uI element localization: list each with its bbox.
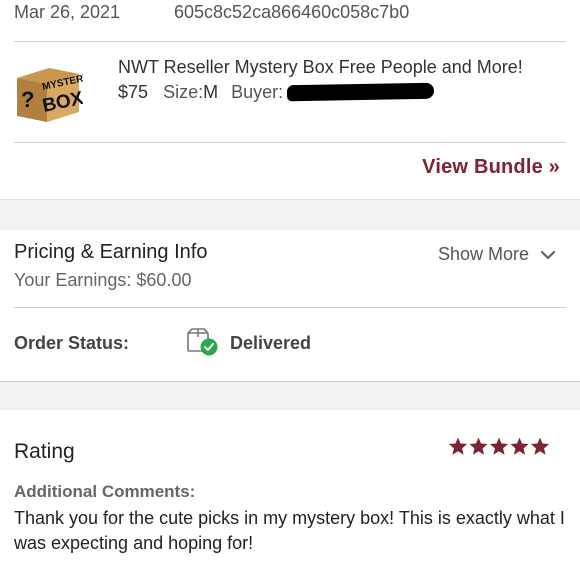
- box-question-mark: ?: [21, 87, 34, 112]
- item-meta: $75 Size:M Buyer:: [118, 82, 283, 103]
- order-id: 605c8c52ca866460c058c7b0: [174, 2, 410, 22]
- size-value: M: [203, 82, 219, 102]
- show-more-button[interactable]: Show More: [438, 244, 556, 265]
- star-icon: [469, 437, 488, 455]
- buyer-name-redaction: [286, 82, 435, 102]
- item-title[interactable]: NWT Reseller Mystery Box Free People and…: [118, 57, 523, 78]
- buyer-label: Buyer:: [231, 82, 284, 102]
- section-separator: [0, 199, 580, 230]
- item-thumbnail[interactable]: ? MYSTERY BOX: [13, 60, 91, 126]
- order-status-label: Order Status:: [14, 333, 130, 353]
- view-bundle-link[interactable]: View Bundle »: [422, 156, 560, 179]
- chevron-down-icon: [540, 251, 556, 260]
- mystery-box-image: ? MYSTERY BOX: [17, 68, 91, 122]
- rating-stars: [448, 436, 552, 458]
- star-icon: [448, 437, 468, 455]
- divider: [14, 307, 566, 308]
- star-icon: [530, 437, 550, 455]
- star-icon: [510, 437, 529, 455]
- order-date: Mar 26, 2021: [14, 2, 121, 22]
- divider: [14, 41, 566, 42]
- pricing-title: Pricing & Earning Info: [14, 241, 208, 263]
- size-label: Size:: [163, 82, 204, 102]
- show-more-label: Show More: [437, 244, 529, 264]
- order-header-row: Mar 26, 2021 605c8c52ca866460c058c7b0: [14, 2, 574, 26]
- divider: [14, 142, 566, 143]
- rating-label: Rating: [14, 440, 75, 463]
- delivered-box-check-icon: [186, 327, 220, 357]
- your-earnings: Your Earnings: $60.00: [14, 270, 192, 290]
- rating-comment: Thank you for the cute picks in my myste…: [14, 508, 565, 553]
- star-icon: [489, 437, 509, 455]
- order-status-value: Delivered: [230, 333, 312, 353]
- item-price: $75: [118, 82, 149, 102]
- additional-comments-label: Additional Comments:: [14, 482, 196, 501]
- section-separator: [0, 381, 580, 410]
